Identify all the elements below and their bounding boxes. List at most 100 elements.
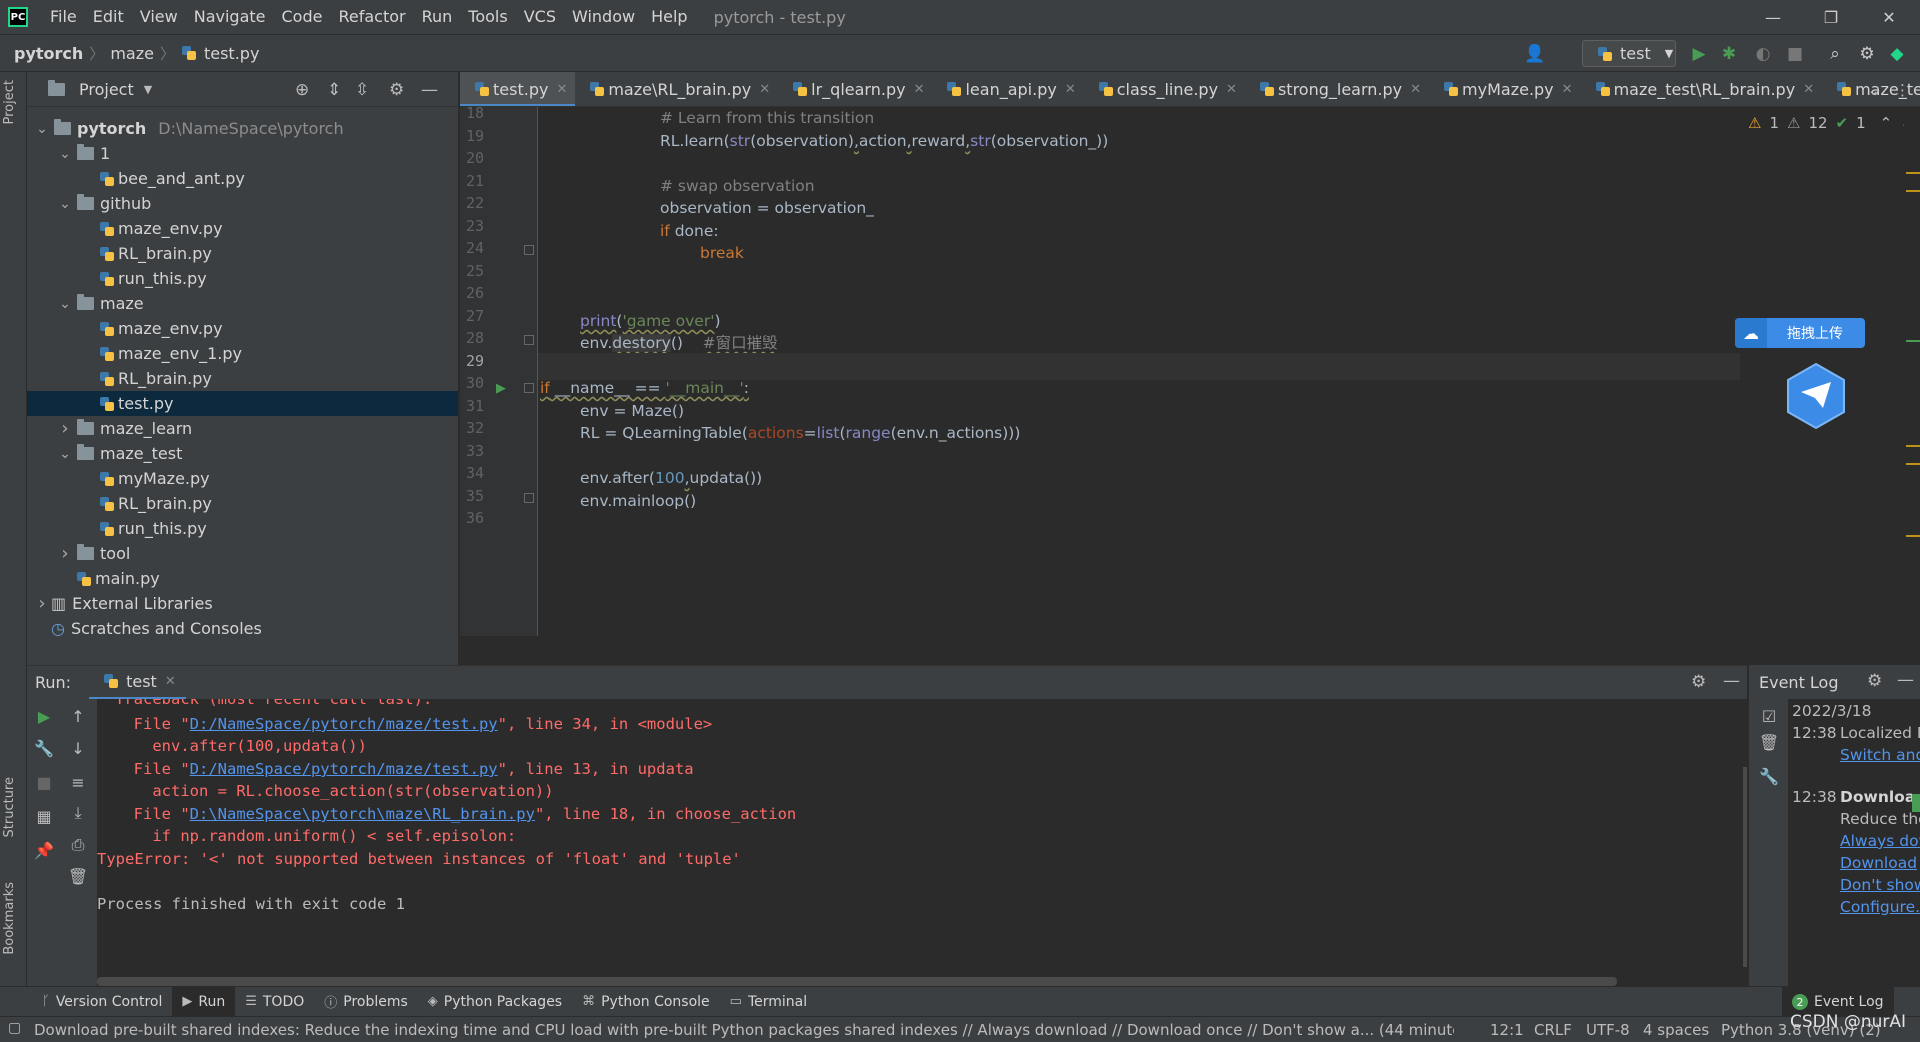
collapse-all-icon[interactable]: ⇳ — [355, 80, 369, 100]
inspection-widget[interactable]: ⚠ 1 ⚠ 12 ✔ 1 ⌃ ⌄ — [1748, 114, 1913, 132]
hide-panel-icon[interactable]: — — [1723, 671, 1740, 691]
menu-refactor[interactable]: Refactor — [330, 0, 413, 34]
more-actions-icon[interactable]: ⋮ — [1895, 72, 1910, 106]
menu-tools[interactable]: Tools — [460, 0, 515, 34]
project-view-selector[interactable]: Project — [79, 80, 134, 99]
breadcrumb-maze[interactable]: maze — [106, 44, 158, 63]
event-link[interactable]: Always dov — [1840, 832, 1920, 850]
breadcrumb-pytorch[interactable]: pytorch — [10, 44, 87, 63]
caret-position[interactable]: 12:1 — [1490, 1021, 1524, 1039]
chevron-down-icon[interactable]: ⌄ — [58, 146, 72, 162]
stop-icon[interactable]: ■ — [1784, 43, 1806, 65]
trash-icon[interactable]: 🗑 — [1758, 733, 1780, 752]
gear-icon[interactable]: ⚙ — [389, 80, 404, 100]
chevron-down-icon[interactable]: ⌄ — [35, 121, 49, 137]
tree-file[interactable]: RL_brain.py — [27, 366, 458, 391]
todo-tool-button[interactable]: ☰ TODO — [235, 987, 314, 1017]
tree-file[interactable]: RL_brain.py — [27, 491, 458, 516]
wrench-icon[interactable]: 🔧 — [33, 739, 55, 758]
structure-tool-tab[interactable]: Structure — [2, 777, 17, 837]
close-icon[interactable]: ✕ — [759, 82, 770, 97]
chevron-right-icon[interactable]: › — [35, 593, 49, 614]
bird-app-icon[interactable] — [1785, 362, 1847, 430]
tree-file[interactable]: run_this.py — [27, 266, 458, 291]
python-console-tool-button[interactable]: ⌘ Python Console — [572, 987, 720, 1017]
menu-vcs[interactable]: VCS — [516, 0, 564, 34]
pin-icon[interactable]: 📌 — [33, 841, 55, 860]
run-icon[interactable]: ▶ — [1688, 43, 1710, 65]
coverage-icon[interactable]: ◐ — [1752, 43, 1774, 65]
gear-icon[interactable]: ⚙ — [1867, 671, 1882, 691]
chevron-down-icon[interactable]: ▼ — [144, 83, 152, 96]
close-icon[interactable]: ✕ — [914, 82, 925, 97]
fold-icon[interactable] — [524, 383, 534, 393]
mark-read-icon[interactable]: ☑ — [1758, 707, 1780, 726]
restore-button[interactable]: ❐ — [1802, 0, 1860, 34]
menu-run[interactable]: Run — [414, 0, 461, 34]
print-icon[interactable]: ⎙ — [67, 835, 89, 855]
tree-file[interactable]: myMaze.py — [27, 466, 458, 491]
stripe-marker[interactable] — [1906, 463, 1920, 465]
code-with-me-icon[interactable]: ◆ — [1886, 43, 1908, 65]
file-link[interactable]: D:/NameSpace/pytorch/maze/test.py — [190, 715, 498, 733]
fold-icon[interactable] — [524, 493, 534, 503]
event-link[interactable]: Don't show — [1840, 876, 1920, 894]
stop-icon[interactable]: ■ — [33, 773, 55, 792]
status-message[interactable]: Download pre-built shared indexes: Reduc… — [34, 1021, 1454, 1039]
tree-folder[interactable]: ⌄ github — [27, 191, 458, 216]
close-icon[interactable]: ✕ — [1226, 82, 1237, 97]
expand-all-icon[interactable]: ⇕ — [327, 80, 341, 100]
editor-tab[interactable]: lr_qlearn.py ✕ — [778, 72, 932, 106]
debug-icon[interactable]: ✱ — [1718, 43, 1740, 65]
wrench-icon[interactable]: 🔧 — [1758, 767, 1780, 786]
chevron-right-icon[interactable]: › — [58, 418, 72, 439]
toggle-tool-windows-icon[interactable]: ▢ — [8, 1020, 21, 1036]
chevron-down-icon[interactable]: ⌄ — [58, 296, 72, 312]
indent-setting[interactable]: 4 spaces — [1643, 1021, 1709, 1039]
terminal-tool-button[interactable]: ▭ Terminal — [720, 987, 817, 1017]
hide-panel-icon[interactable]: — — [1897, 670, 1914, 690]
menu-file[interactable]: File — [42, 0, 85, 34]
tree-file[interactable]: bee_and_ant.py — [27, 166, 458, 191]
editor-error-stripe[interactable] — [1904, 107, 1920, 636]
stripe-marker[interactable] — [1906, 535, 1920, 537]
editor-tab[interactable]: strong_learn.py ✕ — [1245, 72, 1429, 106]
stripe-marker[interactable] — [1906, 445, 1920, 447]
run-tool-button[interactable]: ▶ Run — [172, 986, 236, 1017]
editor-tab[interactable]: myMaze.py ✕ — [1429, 72, 1581, 106]
tab-list-icon[interactable]: ⌄ — [1867, 72, 1880, 106]
python-packages-tool-button[interactable]: ◈ Python Packages — [418, 987, 572, 1017]
code-editor[interactable]: # Learn from this transition RL.learn(st… — [538, 107, 1740, 636]
tree-file[interactable]: maze_env.py — [27, 216, 458, 241]
locate-icon[interactable]: ⊕ — [295, 80, 309, 100]
tree-file[interactable]: run_this.py — [27, 516, 458, 541]
hide-panel-icon[interactable]: — — [421, 80, 438, 100]
menu-window[interactable]: Window — [564, 0, 643, 34]
event-link[interactable]: Configure... — [1840, 898, 1920, 916]
menu-help[interactable]: Help — [643, 0, 695, 34]
close-icon[interactable]: ✕ — [165, 674, 176, 689]
close-icon[interactable]: ✕ — [1065, 82, 1076, 97]
project-tool-tab[interactable]: Project — [2, 80, 17, 124]
tree-node[interactable]: › ▥ External Libraries — [27, 591, 458, 616]
close-icon[interactable]: ✕ — [556, 82, 567, 97]
menu-navigate[interactable]: Navigate — [186, 0, 274, 34]
editor-tab[interactable]: lean_api.py ✕ — [932, 72, 1083, 106]
stripe-marker[interactable] — [1906, 172, 1920, 174]
breadcrumb-file[interactable]: test.py — [200, 44, 263, 63]
tree-node[interactable]: ◷ Scratches and Consoles — [27, 616, 458, 641]
stripe-marker[interactable] — [1906, 340, 1920, 342]
down-arrow-icon[interactable]: ↓ — [67, 739, 89, 758]
version-control-tool-button[interactable]: ᚴ Version Control — [32, 987, 172, 1017]
run-config-select[interactable]: test ▼ — [1582, 40, 1676, 67]
user-icon[interactable]: 👤 — [1524, 43, 1546, 65]
menu-view[interactable]: View — [132, 0, 186, 34]
tree-file[interactable]: RL_brain.py — [27, 241, 458, 266]
file-link[interactable]: D:/NameSpace/pytorch/maze/test.py — [190, 760, 498, 778]
previous-highlight-icon[interactable]: ⌃ — [1880, 114, 1893, 132]
chevron-down-icon[interactable]: ⌄ — [58, 196, 72, 212]
tree-folder[interactable]: ⌄ maze — [27, 291, 458, 316]
event-link[interactable]: Switch and — [1840, 746, 1920, 764]
close-icon[interactable]: ✕ — [1803, 82, 1814, 97]
problems-tool-button[interactable]: ⓘ Problems — [314, 987, 418, 1017]
